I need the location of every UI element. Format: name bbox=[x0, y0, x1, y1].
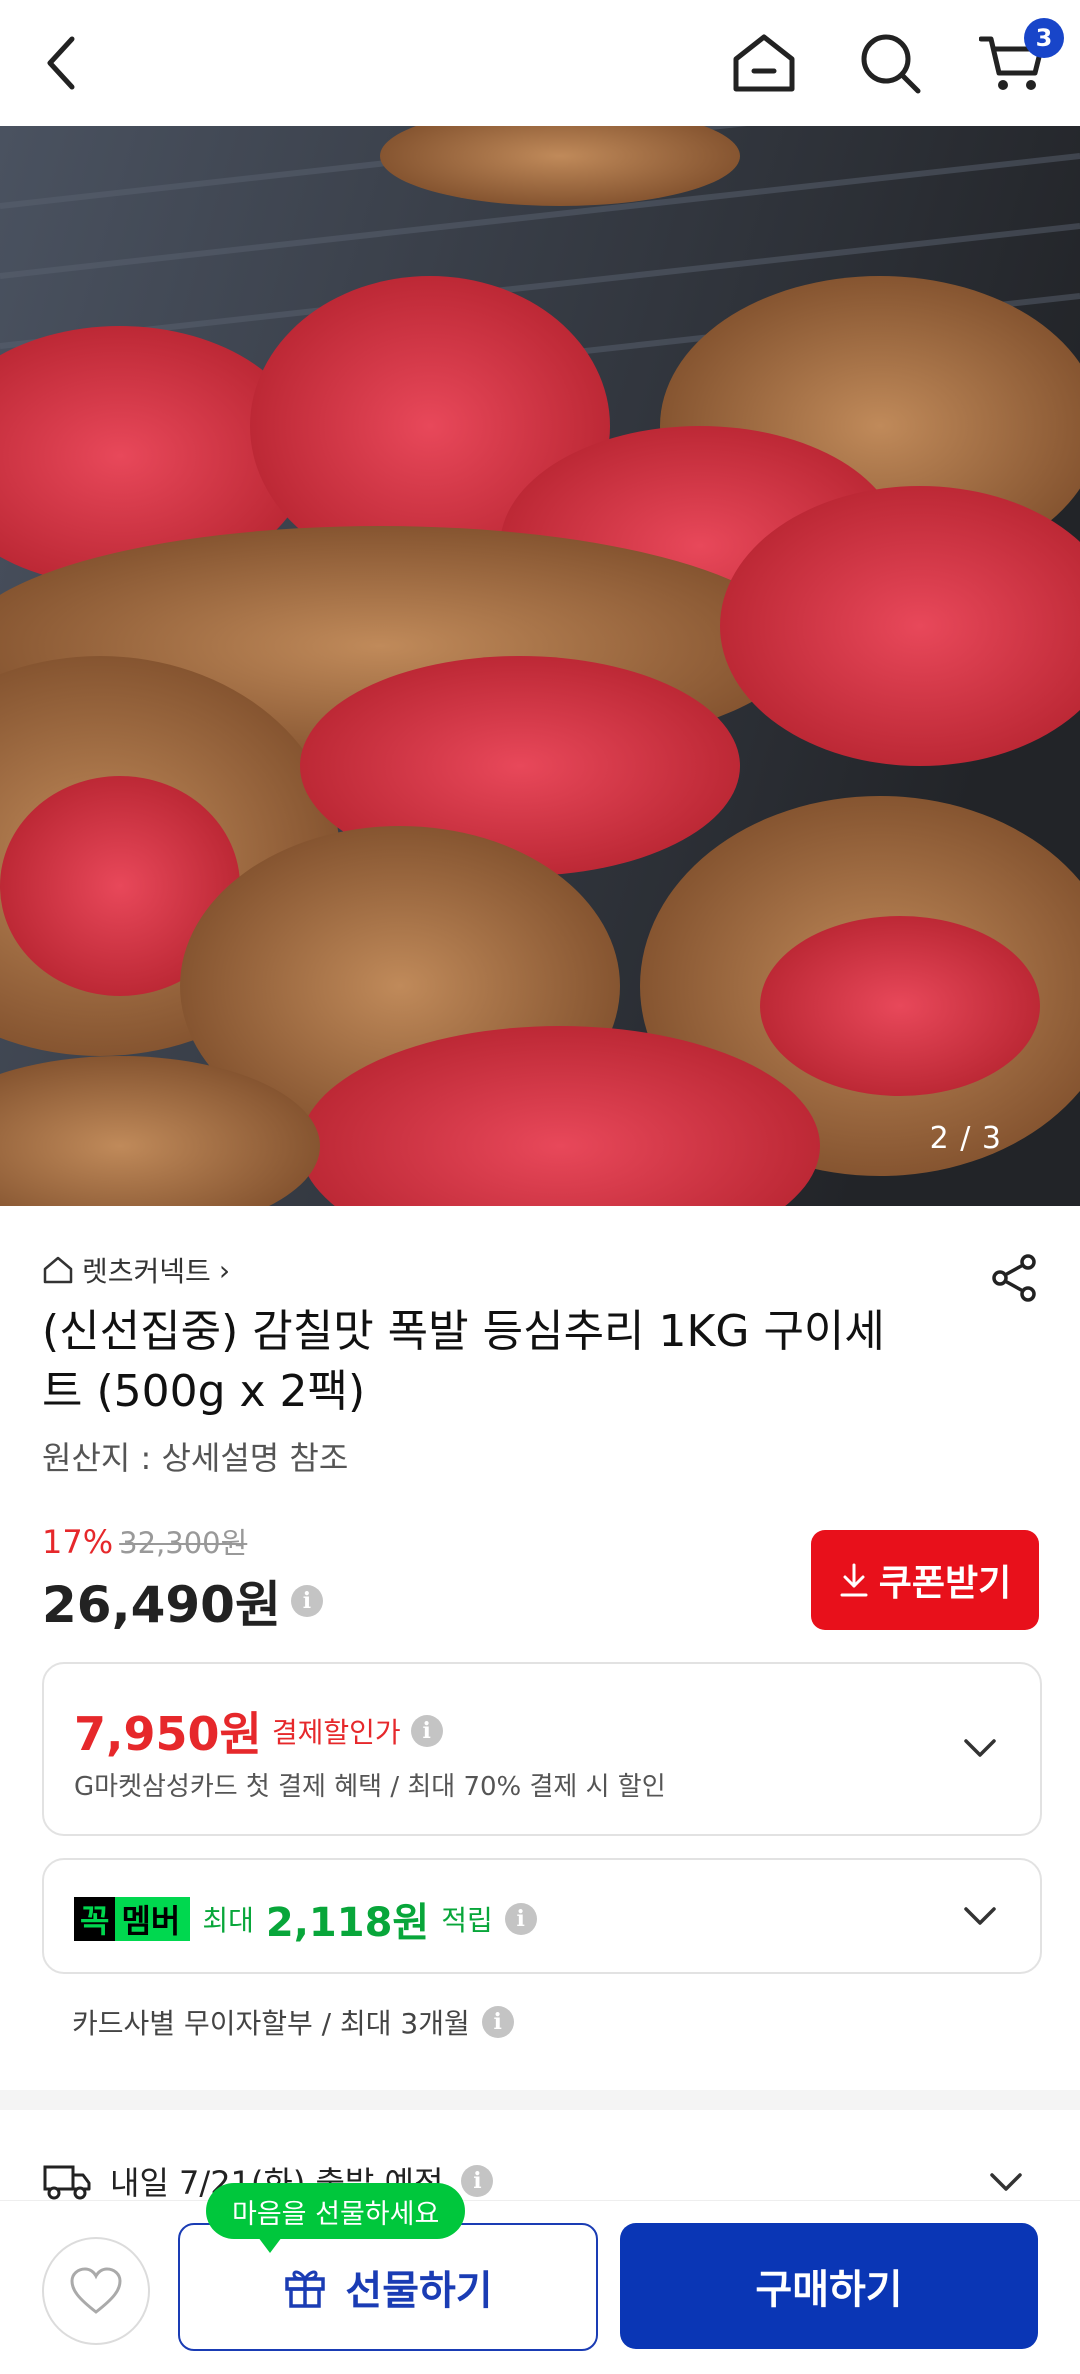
membership-suffix: 적립 bbox=[441, 1904, 493, 1937]
top-navigation-bar: 3 bbox=[0, 0, 1080, 126]
chevron-left-icon bbox=[47, 36, 75, 90]
payment-discount-description: G마켓삼성카드 첫 결제 혜택 / 최대 70% 결제 시 할인 bbox=[74, 1772, 666, 1802]
wishlist-button[interactable] bbox=[42, 2237, 150, 2345]
delivery-info-icon[interactable]: i bbox=[461, 2165, 494, 2197]
coupon-label: 쿠폰받기 bbox=[878, 1563, 1012, 1604]
product-title: (신선집중) 감칠맛 폭발 등심추리 1KG 구이세트 (500g x 2팩) bbox=[42, 1306, 885, 1417]
product-image-carousel[interactable]: 2 / 3 bbox=[0, 126, 1080, 1206]
share-icon bbox=[992, 1254, 1036, 1302]
image-page-indicator: 2 / 3 bbox=[929, 1121, 1002, 1156]
membership-prefix: 최대 bbox=[202, 1904, 254, 1937]
membership-reward-card[interactable]: 꼭 멤버 최대 2,118원 적립 i bbox=[42, 1858, 1042, 1974]
back-button[interactable] bbox=[24, 25, 100, 101]
share-button[interactable] bbox=[988, 1252, 1040, 1304]
original-price: 32,300원 bbox=[119, 1526, 248, 1560]
payment-discount-price-row: 7,950원 결제할인가 i bbox=[74, 1698, 443, 1764]
product-origin: 원산지 : 상세설명 참조 bbox=[42, 1439, 349, 1477]
membership-logo-part1: 꼭 bbox=[74, 1897, 116, 1941]
installment-text: 카드사별 무이자할부 / 최대 3개월 bbox=[72, 2007, 470, 2040]
payment-info-icon[interactable]: i bbox=[410, 1715, 443, 1747]
download-icon bbox=[840, 1563, 868, 1597]
installment-info: 카드사별 무이자할부 / 최대 3개월 i bbox=[72, 2002, 514, 2042]
home-icon bbox=[733, 34, 795, 92]
truck-icon bbox=[43, 2165, 91, 2200]
chevron-right-icon: › bbox=[218, 1253, 231, 1287]
section-divider bbox=[0, 2090, 1080, 2110]
membership-logo-part2: 멤버 bbox=[121, 1902, 181, 1940]
product-photo bbox=[0, 126, 1080, 1206]
chevron-down-icon[interactable] bbox=[984, 2160, 1028, 2204]
membership-info-icon[interactable]: i bbox=[504, 1903, 537, 1935]
home-button[interactable] bbox=[726, 25, 802, 101]
membership-logo: 꼭 멤버 bbox=[74, 1897, 191, 1941]
gift-button[interactable]: 선물하기 bbox=[178, 2223, 598, 2351]
shop-link[interactable]: 렛츠커넥트 › bbox=[42, 1250, 230, 1290]
price-info-icon[interactable]: i bbox=[290, 1585, 323, 1617]
installment-info-icon[interactable]: i bbox=[481, 2006, 514, 2038]
membership-amount: 2,118원 bbox=[265, 1900, 430, 1946]
gift-icon bbox=[285, 2270, 326, 2308]
buy-button[interactable]: 구매하기 bbox=[620, 2223, 1038, 2349]
chevron-down-icon bbox=[964, 1907, 996, 1925]
search-button[interactable] bbox=[852, 25, 928, 101]
bottom-action-bar: 선물하기 구매하기 bbox=[0, 2200, 1080, 2374]
search-icon bbox=[861, 34, 921, 94]
chevron-down-icon bbox=[964, 1739, 996, 1757]
heart-icon bbox=[70, 2267, 122, 2314]
membership-reward-row: 꼭 멤버 최대 2,118원 적립 i bbox=[74, 1890, 537, 1948]
payment-discount-label: 결제할인가 bbox=[271, 1716, 401, 1749]
sale-price: 26,490원 bbox=[42, 1576, 281, 1634]
payment-discount-card[interactable]: 7,950원 결제할인가 i G마켓삼성카드 첫 결제 혜택 / 최대 70% … bbox=[42, 1662, 1042, 1836]
discount-info: 17% 32,300원 bbox=[42, 1520, 247, 1562]
shop-home-icon bbox=[43, 1256, 73, 1284]
gift-label: 선물하기 bbox=[345, 2268, 493, 2314]
discount-rate: 17% bbox=[42, 1523, 114, 1561]
coupon-download-button[interactable]: 쿠폰받기 bbox=[811, 1530, 1039, 1630]
gift-tooltip: 마음을 선물하세요 bbox=[206, 2183, 466, 2253]
shop-name: 렛츠커넥트 bbox=[82, 1255, 211, 1288]
payment-discount-amount: 7,950원 bbox=[74, 1707, 262, 1761]
sale-price-row: 26,490원 i bbox=[42, 1565, 323, 1637]
cart-count-badge: 3 bbox=[1024, 18, 1064, 58]
